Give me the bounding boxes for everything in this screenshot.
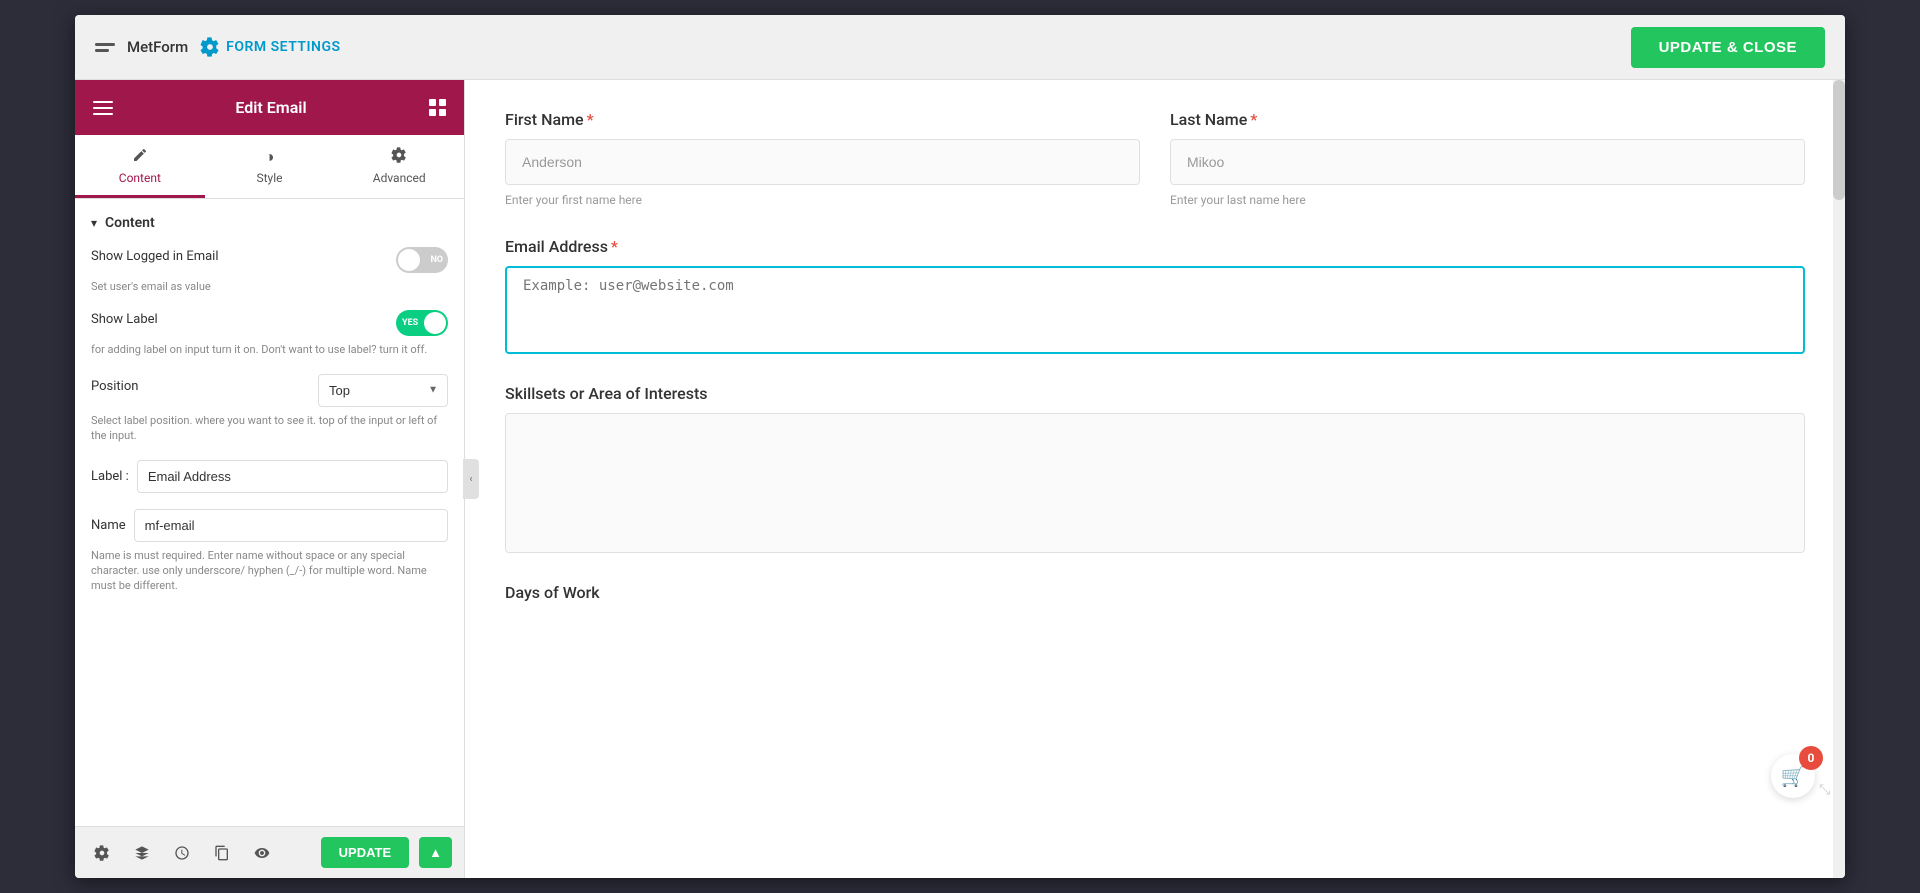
tab-advanced[interactable]: Advanced — [334, 135, 464, 198]
tab-style[interactable]: ◑ Style — [205, 135, 335, 198]
last-name-label: Last Name* — [1170, 110, 1805, 129]
show-label-row: Show Label YES for adding label on input… — [91, 310, 448, 357]
last-name-required: * — [1250, 110, 1257, 129]
skillsets-wrapper: Skillsets or Area of Interests — [505, 384, 1805, 553]
advanced-icon — [391, 147, 407, 167]
metform-logo: MetForm — [95, 35, 188, 59]
first-name-input[interactable] — [505, 139, 1140, 185]
show-logged-in-email-label: Show Logged in Email — [91, 249, 219, 264]
modal-body: Edit Email Content ◑ — [75, 80, 1845, 878]
sidebar-content: ▾ Content Show Logged in Email NO Set us… — [75, 199, 464, 826]
history-toolbar-btn[interactable] — [167, 838, 197, 868]
toggle-no-text: NO — [430, 255, 443, 265]
show-logged-in-email-hint: Set user's email as value — [91, 279, 448, 294]
scrollbar-track — [1833, 80, 1845, 878]
sidebar-title: Edit Email — [235, 98, 306, 117]
bottom-toolbar: UPDATE ▲ — [75, 826, 464, 878]
modal-header: MetForm FORM SETTINGS UPDATE & CLOSE — [75, 15, 1845, 80]
name-input[interactable] — [134, 509, 448, 542]
grid-icon[interactable] — [429, 99, 446, 116]
label-input[interactable] — [137, 460, 448, 493]
show-logged-in-email-toggle[interactable]: NO — [396, 247, 448, 273]
first-name-required: * — [587, 110, 594, 129]
eye-toolbar-btn[interactable] — [247, 838, 277, 868]
name-field-hint: Name is must required. Enter name withou… — [91, 548, 448, 594]
position-row: Position Top Left ▼ Select label positio… — [91, 374, 448, 444]
email-textarea-wrapper — [505, 266, 1805, 354]
first-name-field: First Name* Enter your first name here — [505, 110, 1140, 207]
duplicate-toolbar-btn[interactable] — [207, 838, 237, 868]
update-button[interactable]: UPDATE — [321, 837, 409, 868]
metform-icon — [95, 35, 119, 59]
show-label-label: Show Label — [91, 312, 158, 327]
scrollbar-thumb[interactable] — [1833, 80, 1845, 200]
cart-container: 0 🛒 — [1771, 754, 1815, 798]
advanced-tab-label: Advanced — [373, 171, 426, 185]
settings-toolbar-btn[interactable] — [87, 838, 117, 868]
skillsets-label: Skillsets or Area of Interests — [505, 384, 1805, 403]
style-icon: ◑ — [265, 147, 275, 167]
form-settings-label: FORM SETTINGS — [226, 39, 340, 55]
position-label: Position — [91, 379, 138, 394]
style-tab-label: Style — [257, 171, 283, 185]
sidebar-tabs: Content ◑ Style Advanced — [75, 135, 464, 199]
modal-container: MetForm FORM SETTINGS UPDATE & CLOSE Edi — [75, 15, 1845, 878]
show-label-hint: for adding label on input turn it on. Do… — [91, 342, 448, 357]
layers-toolbar-btn[interactable] — [127, 838, 157, 868]
show-logged-in-email-row: Show Logged in Email NO Set user's email… — [91, 247, 448, 294]
first-name-label: First Name* — [505, 110, 1140, 129]
arrow-up-button[interactable]: ▲ — [419, 837, 452, 868]
show-label-toggle[interactable]: YES — [396, 310, 448, 336]
tab-content[interactable]: Content — [75, 135, 205, 198]
update-close-button[interactable]: UPDATE & CLOSE — [1631, 27, 1825, 68]
metform-label: MetForm — [127, 38, 188, 56]
email-textarea[interactable] — [523, 278, 1787, 338]
label-field-row: Label : — [91, 460, 448, 493]
sidebar-header: Edit Email — [75, 80, 464, 135]
name-field-label: Name — [91, 518, 126, 533]
content-tab-label: Content — [119, 171, 161, 185]
chevron-icon: ▾ — [91, 216, 97, 230]
name-field-row: Name Name is must required. Enter name w… — [91, 509, 448, 594]
toggle-yes-text: YES — [402, 318, 418, 328]
days-of-work-label: Days of Work — [505, 583, 1805, 602]
last-name-field: Last Name* Enter your last name here — [1170, 110, 1805, 207]
email-address-wrapper: Email Address* — [505, 237, 1805, 354]
name-row: First Name* Enter your first name here L… — [505, 110, 1805, 207]
last-name-hint: Enter your last name here — [1170, 193, 1805, 207]
header-left: MetForm FORM SETTINGS — [95, 35, 341, 59]
position-select[interactable]: Top Left — [318, 374, 448, 407]
position-hint: Select label position. where you want to… — [91, 413, 448, 444]
last-name-input[interactable] — [1170, 139, 1805, 185]
gear-icon — [200, 37, 220, 57]
skillsets-area[interactable] — [505, 413, 1805, 553]
sidebar: Edit Email Content ◑ — [75, 80, 465, 878]
form-settings-link[interactable]: FORM SETTINGS — [200, 37, 340, 57]
email-required: * — [611, 237, 618, 256]
main-content: First Name* Enter your first name here L… — [465, 80, 1845, 878]
email-address-label: Email Address* — [505, 237, 1805, 256]
hamburger-icon[interactable] — [93, 101, 113, 115]
days-of-work-section: Days of Work — [505, 583, 1805, 602]
cart-badge: 0 — [1799, 746, 1823, 770]
label-field-label: Label : — [91, 469, 129, 484]
content-section-header: ▾ Content — [91, 215, 448, 231]
collapse-sidebar-btn[interactable]: ‹ — [463, 459, 479, 499]
section-title: Content — [105, 215, 155, 231]
pencil-icon — [132, 147, 148, 167]
first-name-hint: Enter your first name here — [505, 193, 1140, 207]
